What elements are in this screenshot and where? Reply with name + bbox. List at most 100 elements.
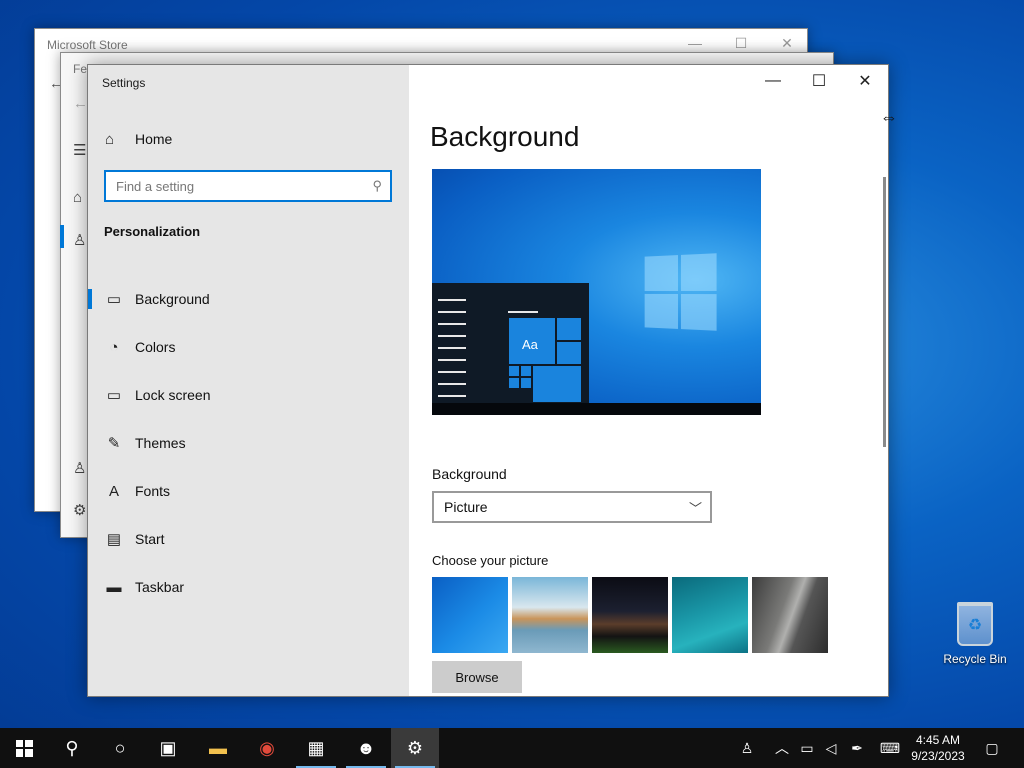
cortana-icon: ○ (114, 737, 126, 758)
gear-icon: ⚙ (406, 737, 424, 758)
recycle-bin-icon: ♻ (957, 602, 993, 646)
store-maximize-icon[interactable]: ☐ (731, 35, 751, 52)
volume-muted-icon: ◁ (825, 739, 837, 756)
people-tray-button[interactable]: ♙ (736, 728, 758, 768)
close-icon: ✕ (858, 73, 872, 90)
scrollbar[interactable] (883, 177, 886, 447)
back-arrow-icon[interactable]: ← (73, 95, 88, 112)
search-icon[interactable]: ⚲ (372, 178, 382, 194)
start-icon: ▤ (106, 531, 122, 548)
pen-icon: ✒ (851, 739, 863, 756)
store-close-icon[interactable]: ✕ (777, 35, 797, 52)
search-button[interactable]: ⚲ (48, 728, 96, 768)
palette-icon: ◔ (109, 338, 119, 356)
maximize-icon: ☐ (811, 73, 827, 90)
picture-thumbnail[interactable] (432, 577, 508, 653)
volume-tray-button[interactable]: ◁ (820, 728, 842, 768)
themes-icon: ✎ (107, 435, 121, 452)
store-minimize-icon[interactable]: — (685, 35, 705, 51)
nav-item-label: Start (135, 531, 165, 547)
network-icon: ▭ (800, 739, 814, 756)
settings-window[interactable]: Settings ⌂ Home ⚲ Personalization ▭ Back… (87, 64, 889, 697)
nav-item-label: Lock screen (135, 387, 211, 403)
home-icon: ⌂ (105, 130, 115, 148)
minimize-button[interactable]: — (750, 65, 796, 97)
close-button[interactable]: ✕ (842, 65, 888, 97)
nav-item-themes[interactable]: ✎ Themes (88, 419, 409, 467)
chrome-button[interactable]: ◉ (243, 728, 291, 768)
settings-sidebar: Settings ⌂ Home ⚲ Personalization ▭ Back… (88, 65, 409, 696)
store-button[interactable]: ▦ (292, 728, 340, 768)
notification-icon: ▢ (985, 739, 999, 756)
windows-start-icon (15, 739, 33, 757)
nav-item-background[interactable]: ▭ Background (88, 275, 409, 323)
page-title: Background (430, 121, 580, 152)
background-label: Background (432, 466, 507, 482)
show-hidden-icons-button[interactable]: ︿ (772, 728, 792, 768)
clock[interactable]: 4:45 AM 9/23/2023 (904, 732, 972, 764)
lock-screen-icon: ▭ (106, 387, 122, 404)
nav-item-label: Themes (135, 435, 186, 451)
home-link[interactable]: ⌂ Home (105, 129, 172, 149)
search-box[interactable]: ⚲ (104, 170, 392, 202)
taskbar: ⚲ ○ ▣ ▬ ◉ ▦ ☻ ⚙ ♙ ︿ ▭ ◁ ✒ ⌨ 4:45 AM 9/23… (0, 728, 1024, 768)
network-tray-button[interactable]: ▭ (796, 728, 818, 768)
feedback-selection-indicator (60, 225, 64, 248)
picture-thumbnail[interactable] (592, 577, 668, 653)
picture-thumbnail[interactable] (672, 577, 748, 653)
recycle-bin-label: Recycle Bin (943, 652, 1007, 666)
store-window-title: Microsoft Store (47, 38, 128, 52)
file-explorer-button[interactable]: ▬ (194, 728, 242, 768)
image-icon: ▭ (106, 291, 122, 308)
background-type-dropdown[interactable]: Picture ﹀ (432, 491, 712, 523)
clock-time: 4:45 AM (915, 733, 961, 747)
gear-icon[interactable]: ⚙ (73, 501, 86, 519)
home-icon[interactable]: ⌂ (73, 189, 82, 206)
person-icon[interactable]: ♙ (73, 459, 86, 477)
search-input[interactable] (106, 172, 356, 200)
action-center-button[interactable]: ▢ (978, 728, 1006, 768)
keyboard-icon: ⌨ (879, 739, 901, 756)
windows-logo-icon (644, 253, 717, 331)
pen-tray-button[interactable]: ✒ (846, 728, 868, 768)
picture-thumbnail[interactable] (512, 577, 588, 653)
nav-item-fonts[interactable]: A Fonts (88, 467, 409, 515)
chevron-up-icon: ︿ (775, 740, 789, 756)
folder-icon: ▬ (209, 737, 227, 758)
nav-item-label: Taskbar (135, 579, 185, 595)
minimize-icon: — (765, 72, 781, 89)
nav-item-label: Fonts (135, 483, 171, 499)
touch-keyboard-button[interactable]: ⌨ (876, 728, 904, 768)
nav-item-label: Colors (135, 339, 176, 355)
feedback-hub-button[interactable]: ☻ (342, 728, 390, 768)
dropdown-value: Picture (444, 499, 488, 515)
chevron-down-icon: ﹀ (688, 501, 702, 516)
nav-item-start[interactable]: ▤ Start (88, 515, 409, 563)
nav-item-taskbar[interactable]: ▬ Taskbar (88, 563, 409, 611)
nav-item-lock-screen[interactable]: ▭ Lock screen (88, 371, 409, 419)
choose-picture-label: Choose your picture (432, 553, 549, 568)
preview-taskbar (432, 403, 761, 415)
nav-item-colors[interactable]: ◔ Colors (88, 323, 409, 371)
section-title: Personalization (104, 224, 201, 239)
feedback-hub-icon: ☻ (356, 737, 376, 758)
settings-button[interactable]: ⚙ (391, 728, 439, 768)
store-bag-icon: ▦ (307, 737, 325, 758)
browse-button[interactable]: Browse (432, 661, 522, 693)
home-label: Home (135, 131, 173, 147)
people-icon[interactable]: ♙ (73, 231, 86, 249)
start-button[interactable] (0, 728, 48, 768)
personalization-nav: ▭ Background ◔ Colors ▭ Lock screen ✎ Th… (88, 275, 409, 611)
picture-thumbnails (432, 577, 828, 653)
background-preview: Aa (432, 169, 761, 415)
task-view-button[interactable]: ▣ (144, 728, 192, 768)
hamburger-menu-icon[interactable]: ☰ (73, 141, 86, 159)
fonts-icon: A (108, 482, 119, 500)
picture-thumbnail[interactable] (752, 577, 828, 653)
preview-start-menu: Aa (432, 283, 589, 403)
task-view-icon: ▣ (159, 737, 177, 758)
taskbar-icon: ▬ (106, 578, 122, 596)
recycle-bin[interactable]: ♻ Recycle Bin (940, 602, 1010, 666)
maximize-button[interactable]: ☐ (796, 65, 842, 97)
cortana-button[interactable]: ○ (96, 728, 144, 768)
